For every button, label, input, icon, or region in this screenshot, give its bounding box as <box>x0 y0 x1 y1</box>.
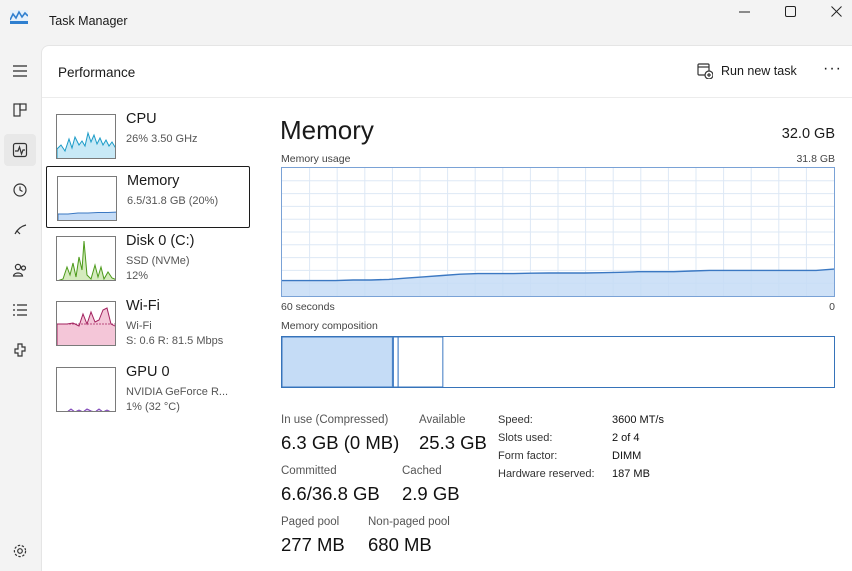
memory-composition-bar <box>281 336 835 388</box>
speed-value: 3600 MT/s <box>612 414 664 426</box>
cached-label: Cached <box>402 465 442 477</box>
nav-app-history[interactable] <box>4 174 36 206</box>
device-throughput: S: 0.6 R: 81.5 Mbps <box>126 335 224 347</box>
users-icon <box>12 263 27 277</box>
app-history-icon <box>13 183 27 197</box>
speed-key: Speed: <box>498 414 533 426</box>
non-paged-pool-label: Non-paged pool <box>368 516 450 528</box>
device-wifi[interactable]: Wi-Fi Wi-Fi S: 0.6 R: 81.5 Mbps <box>46 292 250 354</box>
page-header: Performance Run new task ··· <box>42 46 852 98</box>
memory-usage-graph <box>281 167 835 297</box>
services-icon <box>14 343 26 357</box>
device-detail: SSD (NVMe) <box>126 255 190 267</box>
memory-detail-panel: Memory 32.0 GB Memory usage 31.8 GB 60 s… <box>280 99 840 571</box>
composition-modified[interactable] <box>392 336 399 388</box>
device-detail: Wi-Fi <box>126 320 152 332</box>
device-detail: 26% 3.50 GHz <box>126 133 198 145</box>
memory-total: 32.0 GB <box>781 126 835 142</box>
disk-thumbnail-graph <box>56 236 116 281</box>
device-usage: 12% <box>126 270 149 282</box>
memory-usage-chart <box>282 168 835 296</box>
memory-usage-max: 31.8 GB <box>796 153 835 165</box>
page-title: Performance <box>58 65 136 80</box>
non-paged-pool-value: 680 MB <box>368 534 432 555</box>
device-name: Memory <box>127 173 180 189</box>
device-list: CPU 26% 3.50 GHz Memory 6.5/31.8 GB (20%… <box>42 99 262 571</box>
device-name: Disk 0 (C:) <box>126 233 195 249</box>
performance-icon <box>12 142 28 158</box>
device-detail: 6.5/31.8 GB (20%) <box>127 195 219 207</box>
available-label: Available <box>419 414 466 426</box>
hamburger-icon <box>13 65 27 77</box>
device-disk-0[interactable]: Disk 0 (C:) SSD (NVMe) 12% <box>46 227 250 289</box>
close-button[interactable] <box>813 0 852 22</box>
in-use-value: 6.3 GB (0 MB) <box>281 432 400 453</box>
nav-services[interactable] <box>4 334 36 366</box>
processes-icon <box>13 103 27 117</box>
gpu-thumbnail-graph <box>56 367 116 412</box>
slots-used-key: Slots used: <box>498 432 553 444</box>
nav-performance[interactable] <box>4 134 36 166</box>
device-detail: NVIDIA GeForce R... <box>126 386 229 398</box>
navigation-rail <box>0 44 40 571</box>
nav-startup-apps[interactable] <box>4 214 36 246</box>
nav-processes[interactable] <box>4 94 36 126</box>
time-axis-start: 60 seconds <box>281 301 335 313</box>
device-usage: 1% (32 °C) <box>126 401 180 413</box>
cached-value: 2.9 GB <box>402 483 460 504</box>
composition-in-use[interactable] <box>281 336 393 388</box>
device-name: Wi-Fi <box>126 298 160 314</box>
task-manager-app-icon <box>10 10 28 24</box>
committed-label: Committed <box>281 465 337 477</box>
hardware-reserved-key: Hardware reserved: <box>498 468 595 480</box>
memory-usage-label: Memory usage <box>281 153 351 165</box>
device-memory[interactable]: Memory 6.5/31.8 GB (20%) <box>46 166 250 228</box>
menu-toggle-button[interactable] <box>4 55 36 87</box>
form-factor-key: Form factor: <box>498 450 558 462</box>
cpu-thumbnail-graph <box>56 114 116 159</box>
nav-details[interactable] <box>4 294 36 326</box>
nav-users[interactable] <box>4 254 36 286</box>
paged-pool-label: Paged pool <box>281 516 340 528</box>
available-value: 25.3 GB <box>419 432 487 453</box>
device-cpu[interactable]: CPU 26% 3.50 GHz <box>46 105 250 167</box>
more-options-button[interactable]: ··· <box>823 60 842 78</box>
paged-pool-value: 277 MB <box>281 534 345 555</box>
run-new-task-label: Run new task <box>721 64 797 78</box>
memory-thumbnail-graph <box>57 176 117 221</box>
main-panel: Performance Run new task ··· CPU 26% 3.5… <box>41 45 852 571</box>
device-gpu-0[interactable]: GPU 0 NVIDIA GeForce R... 1% (32 °C) <box>46 358 250 420</box>
run-task-icon <box>697 63 713 79</box>
run-new-task-button[interactable]: Run new task <box>697 63 797 79</box>
time-axis-end: 0 <box>829 301 835 313</box>
nav-settings[interactable] <box>4 535 36 567</box>
details-icon <box>13 304 27 316</box>
in-use-label: In use (Compressed) <box>281 414 389 426</box>
minimize-icon <box>738 11 750 12</box>
wifi-thumbnail-graph <box>56 301 116 346</box>
minimize-button[interactable] <box>721 0 767 22</box>
settings-icon <box>13 544 27 558</box>
memory-heading: Memory <box>280 115 374 145</box>
form-factor-value: DIMM <box>612 450 642 462</box>
memory-composition-label: Memory composition <box>281 320 378 332</box>
device-name: CPU <box>126 111 157 127</box>
hardware-reserved-value: 187 MB <box>612 468 650 480</box>
device-name: GPU 0 <box>126 364 170 380</box>
composition-standby[interactable] <box>397 336 444 388</box>
slots-used-value: 2 of 4 <box>612 432 640 444</box>
close-icon <box>830 5 842 17</box>
maximize-button[interactable] <box>767 0 813 22</box>
startup-apps-icon <box>14 224 27 235</box>
app-title: Task Manager <box>49 14 128 28</box>
memory-composition-chart <box>281 336 444 388</box>
maximize-icon <box>784 5 796 17</box>
title-bar: Task Manager <box>0 0 852 44</box>
committed-value: 6.6/36.8 GB <box>281 483 380 504</box>
